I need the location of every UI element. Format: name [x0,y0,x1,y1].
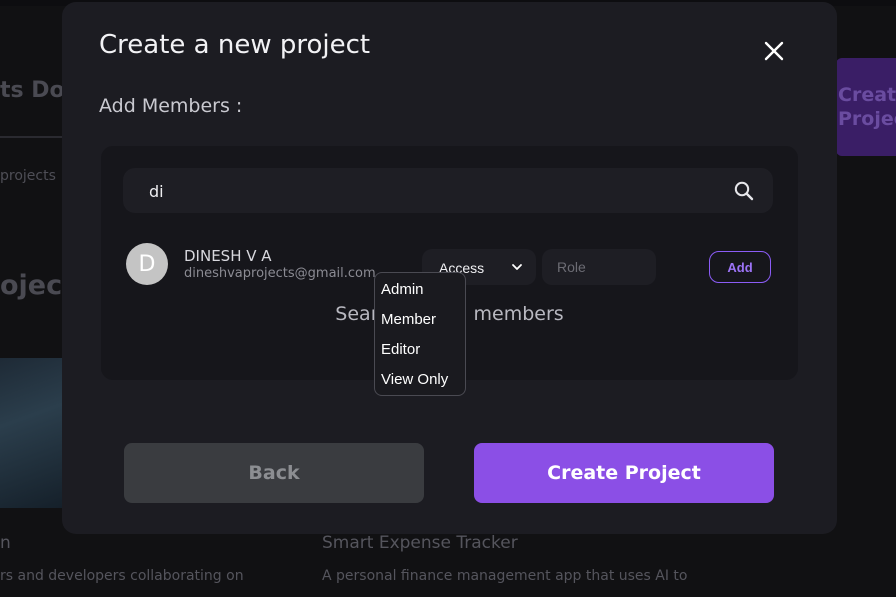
access-dropdown-menu: Admin Member Editor View Only [374,272,466,396]
close-icon [764,41,784,61]
background-create-project-label: Creat Projec [838,84,896,130]
chevron-down-icon [512,264,522,270]
access-option-admin[interactable]: Admin [375,275,465,305]
member-search-box [123,168,773,215]
create-project-button[interactable]: Create Project [474,443,774,503]
member-email: dineshvaprojects@gmail.com [184,266,376,281]
background-card-title: Smart Expense Tracker [322,533,518,553]
back-button[interactable]: Back [124,443,424,503]
background-subtitle: projects [0,168,56,184]
access-option-editor[interactable]: Editor [375,335,465,365]
add-members-label: Add Members : [99,95,243,117]
modal-title: Create a new project [99,30,371,60]
member-name: DINESH V A [184,247,272,265]
background-card-image [0,358,62,508]
avatar: D [126,243,168,285]
background-card-title: n [0,533,11,553]
close-button[interactable] [761,38,787,64]
background-divider [0,136,62,138]
role-input[interactable] [542,249,656,285]
access-option-view-only[interactable]: View Only [375,365,465,395]
create-project-modal: Create a new project Add Members : D DIN… [62,2,837,534]
background-card-description: rs and developers collaborating on [0,568,244,584]
background-dashboard-title: ts Do [0,78,65,103]
search-icon[interactable] [733,180,755,202]
background-card-description: A personal finance management app that u… [322,568,688,584]
access-option-member[interactable]: Member [375,305,465,335]
add-member-button[interactable]: Add [709,251,771,283]
member-search-input[interactable] [147,168,711,215]
